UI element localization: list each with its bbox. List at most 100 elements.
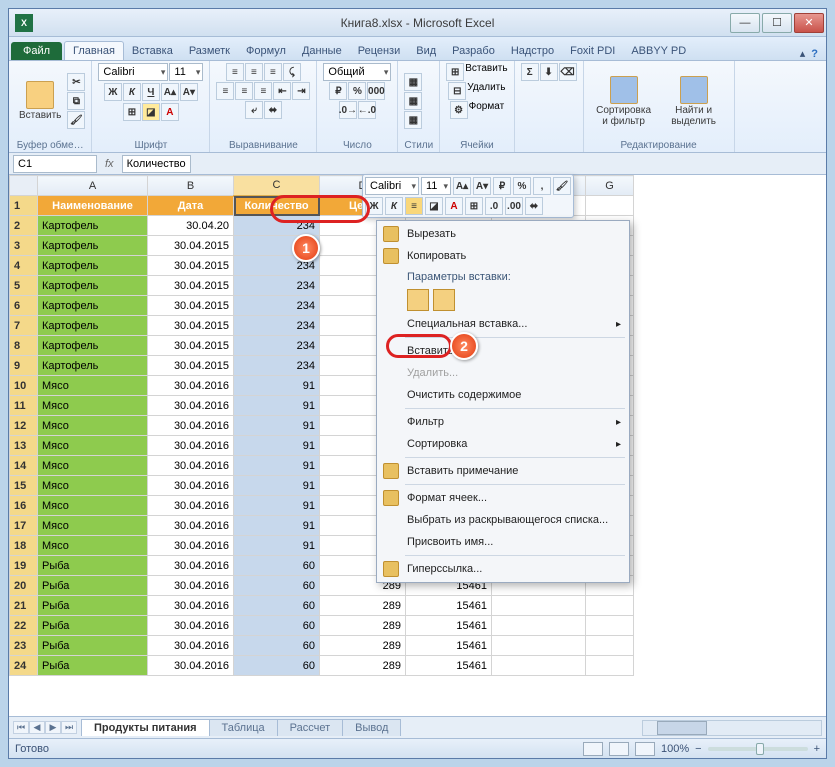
cell[interactable]: 234 [234,356,320,376]
zoom-slider[interactable] [708,747,808,751]
cell[interactable]: 30.04.2016 [148,376,234,396]
row-header-7[interactable]: 7 [10,316,38,336]
cell[interactable] [586,596,634,616]
cell[interactable]: 30.04.2016 [148,536,234,556]
indent-dec-button[interactable]: ⇤ [273,82,291,100]
paste-button[interactable]: Вставить [15,79,65,123]
cell[interactable]: 30.04.2016 [148,656,234,676]
cell[interactable]: Картофель [38,236,148,256]
cell[interactable]: 30.04.2015 [148,296,234,316]
cell[interactable]: Рыба [38,576,148,596]
tab-home[interactable]: Главная [64,41,124,60]
row-header-23[interactable]: 23 [10,636,38,656]
formula-input[interactable]: Количество [122,155,191,173]
mini-align[interactable]: ≡ [405,197,423,215]
cell[interactable]: Картофель [38,256,148,276]
tab-developer[interactable]: Разрабо [444,42,503,60]
ctx-dropdown[interactable]: Выбрать из раскрывающегося списка... [379,509,627,531]
tab-formulas[interactable]: Формул [238,42,294,60]
cell[interactable]: 30.04.2016 [148,436,234,456]
cell[interactable]: 91 [234,396,320,416]
cell[interactable]: 60 [234,556,320,576]
align-bot-button[interactable]: ≡ [264,63,282,81]
sheet-nav-last[interactable]: ⏭ [61,721,77,734]
fill-button[interactable]: ⬇ [540,63,558,81]
cell[interactable]: 60 [234,656,320,676]
cell[interactable]: 30.04.2015 [148,336,234,356]
cell[interactable]: 30.04.2015 [148,276,234,296]
cell[interactable]: 30.04.2016 [148,456,234,476]
cell[interactable]: Рыба [38,556,148,576]
cell[interactable] [586,636,634,656]
cell[interactable]: 15461 [406,616,492,636]
cell[interactable]: Картофель [38,276,148,296]
sheet-nav-next[interactable]: ▶ [45,721,61,734]
table-format-button[interactable]: ▦ [404,92,422,110]
cell[interactable]: 289 [320,616,406,636]
cell[interactable]: Мясо [38,376,148,396]
tab-foxit[interactable]: Foxit PDI [562,42,623,60]
mini-fontcolor[interactable]: A [445,197,463,215]
align-top-button[interactable]: ≡ [226,63,244,81]
col-header-G[interactable]: G [586,176,634,196]
sheet-nav-first[interactable]: ⏮ [13,721,29,734]
ctx-sort[interactable]: Сортировка [379,433,627,455]
cell[interactable]: 91 [234,516,320,536]
tab-abbyy[interactable]: ABBYY PD [623,42,694,60]
copy-icon[interactable]: ⧉ [67,92,85,110]
col-header-A[interactable]: A [38,176,148,196]
row-header-5[interactable]: 5 [10,276,38,296]
underline-button[interactable]: Ч [142,83,160,101]
sheet-tab-2[interactable]: Рассчет [277,719,344,736]
fx-icon[interactable]: fx [105,158,114,170]
orientation-button[interactable]: ⤹ [283,63,301,81]
cells-delete-button[interactable]: Удалить [467,82,505,100]
cell[interactable]: 91 [234,476,320,496]
cells-format-icon[interactable]: ⚙ [450,101,468,119]
cell[interactable]: 234 [234,296,320,316]
cell[interactable]: 289 [320,636,406,656]
mini-size-combo[interactable]: 11 [421,177,451,195]
cell[interactable]: 30.04.2016 [148,596,234,616]
align-right-button[interactable]: ≡ [254,82,272,100]
cell[interactable]: Картофель [38,296,148,316]
ctx-copy[interactable]: Копировать [379,245,627,267]
dec-decimal-button[interactable]: ←.0 [358,101,376,119]
help-icon[interactable]: ? [811,48,818,60]
ctx-insert[interactable]: Вставить... [379,340,627,362]
row-header-18[interactable]: 18 [10,536,38,556]
tab-data[interactable]: Данные [294,42,350,60]
name-box[interactable]: C1 [13,155,97,173]
ctx-hyperlink[interactable]: Гиперссылка... [379,558,627,580]
cell[interactable]: 60 [234,576,320,596]
font-color-button[interactable]: A [161,103,179,121]
wrap-button[interactable]: ⤶ [245,101,263,119]
cell[interactable]: Мясо [38,416,148,436]
ctx-paste-special[interactable]: Специальная вставка... [379,313,627,335]
col-header-B[interactable]: B [148,176,234,196]
autosum-button[interactable]: Σ [521,63,539,81]
cell[interactable] [492,636,586,656]
cell[interactable]: 289 [320,656,406,676]
cells-format-button[interactable]: Формат [469,101,505,119]
row-header-17[interactable]: 17 [10,516,38,536]
row-header-3[interactable]: 3 [10,236,38,256]
tab-layout[interactable]: Разметк [181,42,238,60]
currency-button[interactable]: ₽ [329,82,347,100]
table-header[interactable]: Количество [234,196,320,216]
cell[interactable]: 60 [234,636,320,656]
cell[interactable] [586,616,634,636]
row-header-21[interactable]: 21 [10,596,38,616]
sheet-nav-prev[interactable]: ◀ [29,721,45,734]
ctx-comment[interactable]: Вставить примечание [379,460,627,482]
border-button[interactable]: ⊞ [123,103,141,121]
cell[interactable]: 91 [234,416,320,436]
tab-view[interactable]: Вид [408,42,444,60]
italic-button[interactable]: К [123,83,141,101]
view-break-button[interactable] [635,742,655,756]
increase-font-button[interactable]: A▴ [161,83,179,101]
view-layout-button[interactable] [609,742,629,756]
sheet-tab-1[interactable]: Таблица [209,719,278,736]
mini-painter[interactable]: 🖌 [553,177,571,195]
col-header-C[interactable]: C [234,176,320,196]
